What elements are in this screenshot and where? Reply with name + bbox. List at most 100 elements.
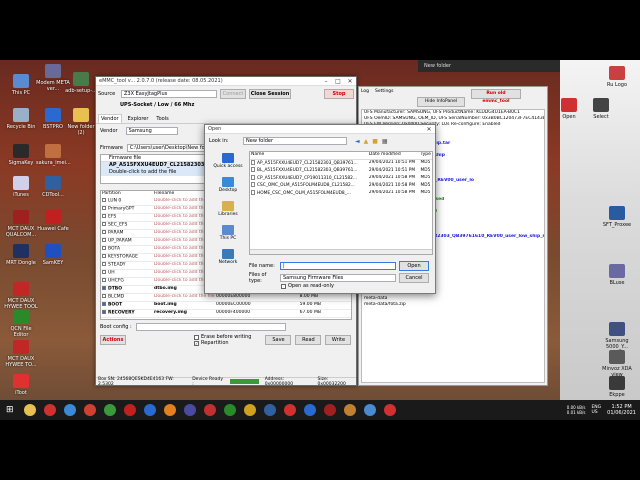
taskbar-app-icon[interactable] [43, 404, 56, 416]
desktop-icon[interactable]: Select [584, 98, 618, 120]
taskbar-app-icon[interactable] [123, 404, 136, 416]
partition-checkbox[interactable] [102, 246, 106, 250]
read-button[interactable]: Read [295, 335, 322, 345]
taskbar-app-icon[interactable] [103, 404, 116, 416]
taskbar-app-icon[interactable] [163, 404, 176, 416]
vendor-select[interactable]: Samsung [125, 127, 178, 135]
desktop-icon[interactable]: Open [552, 98, 586, 120]
desktop-icon[interactable]: iTunes [4, 176, 38, 198]
maximize-icon[interactable]: □ [332, 78, 344, 85]
desktop-icon[interactable]: adb-setup-... [64, 72, 98, 94]
partition-checkbox[interactable] [102, 230, 106, 234]
run-old-emmc-button[interactable]: Run old emmc_tool [471, 89, 521, 104]
taskbar-app-icon[interactable] [183, 404, 196, 416]
file-row[interactable]: CSC_OMC_OLM_A515FOLM4EUD8_CL21582... 29/0… [250, 182, 432, 190]
taskbar-app-icon[interactable] [243, 404, 256, 416]
taskbar-app-icon[interactable] [283, 404, 296, 416]
new-folder-icon[interactable]: ■ [372, 138, 378, 145]
taskbar-app-icon[interactable] [223, 404, 236, 416]
close-session-button[interactable]: Close Session [249, 89, 291, 99]
partition-row[interactable]: BLCMD Double-click to add the file 00000E8… [101, 293, 351, 302]
partition-checkbox[interactable] [102, 238, 106, 242]
partition-row[interactable]: RECOVERY recovery.img 00000F400000 67.00 MB [101, 309, 351, 318]
clock[interactable]: 1:52 PM 01/06/2021 [607, 404, 636, 416]
desktop-icon[interactable]: Samsung 5000_Y... [600, 322, 634, 350]
desktop-icon[interactable]: MRT Dongle [4, 244, 38, 266]
file-column-header[interactable]: Name [250, 152, 368, 160]
file-row[interactable]: AP_A515FXXU4EUD7_CL21582303_QB39761... 29… [250, 159, 432, 167]
partition-checkbox[interactable] [102, 278, 106, 282]
desktop-icon[interactable]: BLuse [600, 264, 634, 286]
desktop-icon[interactable]: SigmaKey [4, 144, 38, 166]
desktop-icon[interactable]: Ru Logo [600, 66, 634, 88]
file-column-header[interactable]: Date modified [367, 152, 420, 160]
partition-checkbox[interactable] [102, 222, 106, 226]
desktop-icon[interactable]: SFT_Proxee [600, 206, 634, 228]
partition-checkbox[interactable] [102, 286, 106, 290]
connect-button[interactable]: Connect [220, 89, 246, 99]
place-network[interactable]: Network [209, 249, 247, 265]
desktop-icon[interactable]: This PC [4, 74, 38, 96]
desktop-icon[interactable]: New folder (2) [64, 108, 98, 136]
partition-checkbox[interactable] [102, 198, 106, 202]
partition-checkbox[interactable] [102, 262, 106, 266]
taskbar-app-icon[interactable] [323, 404, 336, 416]
file-column-header[interactable]: Type [419, 152, 432, 160]
partition-row[interactable]: BOOT boot.img 00000EC00000 59.00 MB [101, 301, 351, 310]
source-select[interactable]: Z3X EasyJtagPlus [121, 90, 217, 98]
readonly-checkbox[interactable] [281, 283, 286, 289]
partition-checkbox[interactable] [102, 310, 106, 314]
desktop-icon[interactable]: Ekppe [600, 376, 634, 398]
file-row[interactable]: BL_A515FXXU4EUD7_CL21582303_QB39761... 29… [250, 167, 432, 175]
desktop-icon[interactable]: sakura_imei... [36, 144, 71, 166]
desktop-icon[interactable]: QCN File Editor [4, 310, 38, 338]
tab-vendor[interactable]: Vendor [98, 114, 122, 123]
partition-checkbox[interactable] [102, 254, 106, 258]
partition-checkbox[interactable] [102, 214, 106, 218]
minimize-icon[interactable]: – [320, 78, 332, 85]
view-menu-icon[interactable]: ▦ [382, 138, 388, 145]
stop-button[interactable]: Stop [324, 89, 354, 99]
write-button[interactable]: Write [325, 335, 352, 345]
partition-checkbox[interactable] [102, 206, 106, 210]
file-row[interactable]: HOME_CSC_OMC_OLM_A515FOLM4EUD8_... 29/04/… [250, 189, 432, 198]
start-icon[interactable]: ⊞ [6, 405, 14, 415]
desktop-icon[interactable]: iToot [4, 374, 38, 396]
desktop-icon[interactable]: MCT DAUX HYWEE TO... [4, 340, 38, 368]
file-name-input[interactable]: | [280, 262, 396, 270]
place-libraries[interactable]: Libraries [209, 201, 247, 217]
open-button[interactable]: Open [399, 261, 429, 271]
place-this-pc[interactable]: This PC [209, 225, 247, 241]
save-button[interactable]: Save [265, 335, 292, 345]
taskbar-app-icon[interactable] [143, 404, 156, 416]
desktop-icon[interactable]: Minvoz XDA view [600, 350, 634, 378]
place-desktop[interactable]: Desktop [209, 177, 247, 193]
back-icon[interactable]: ◄ [355, 138, 360, 145]
cancel-button[interactable]: Cancel [399, 273, 429, 283]
desktop-icon[interactable]: SamKEY [36, 244, 70, 266]
partition-checkbox[interactable] [102, 294, 106, 298]
look-in-select[interactable]: New folder [243, 137, 347, 145]
file-type-select[interactable]: Samsung Firmware Files [280, 274, 396, 282]
desktop-icon[interactable]: Recycle Bin [4, 108, 38, 130]
tab-tools[interactable]: Tools [154, 115, 170, 123]
actions-button[interactable]: Actions [100, 335, 126, 345]
horizontal-scrollbar[interactable] [250, 249, 432, 254]
place-quick-access[interactable]: Quick access [209, 153, 247, 169]
up-folder-icon[interactable]: ▲ [364, 138, 369, 145]
repartition-checkbox[interactable]: ✓ [194, 340, 199, 346]
dialog-close-icon[interactable]: ✕ [423, 126, 435, 133]
taskbar-app-icon[interactable] [303, 404, 316, 416]
taskbar-app-icon[interactable] [363, 404, 376, 416]
language-indicator[interactable]: ENG US [591, 405, 601, 415]
taskbar-app-icon[interactable] [203, 404, 216, 416]
desktop-icon[interactable]: MCT DAUX QUALCOM... [4, 210, 38, 238]
taskbar-app-icon[interactable] [343, 404, 356, 416]
desktop-icon[interactable]: Huawei Cafe [36, 210, 70, 232]
erase-checkbox[interactable] [194, 334, 199, 340]
log-tab-log[interactable]: Log [361, 89, 369, 94]
partition-checkbox[interactable] [102, 270, 106, 274]
taskbar-app-icon[interactable] [83, 404, 96, 416]
taskbar-app-icon[interactable] [63, 404, 76, 416]
close-icon[interactable]: ✕ [344, 78, 356, 85]
